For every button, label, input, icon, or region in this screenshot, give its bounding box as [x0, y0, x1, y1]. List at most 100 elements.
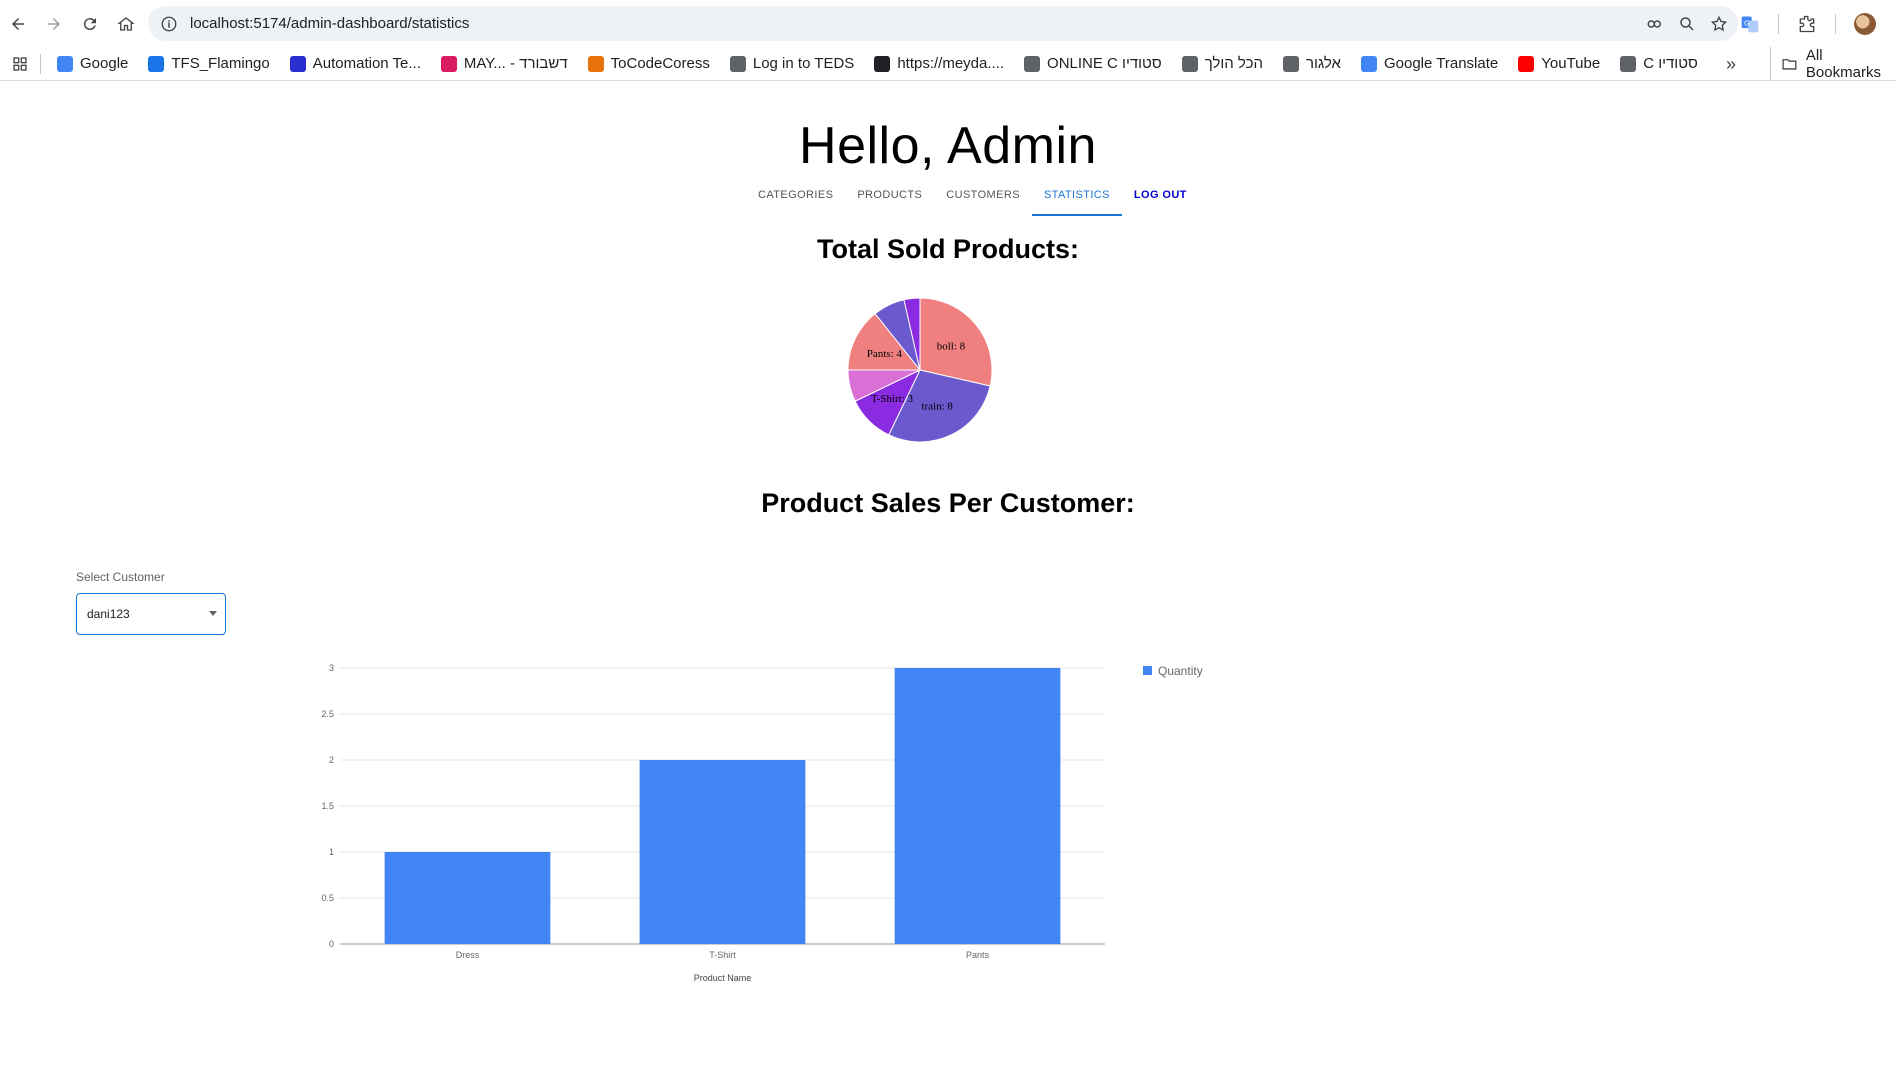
bookmark-label: Google Translate [1383, 55, 1499, 72]
x-axis-title: Product Name [694, 973, 752, 983]
x-tick-label: Pants [966, 950, 990, 960]
bookmark-item[interactable]: Log in to TEDS [720, 50, 864, 78]
bookmark-label: הכל הולך [1204, 55, 1263, 72]
customer-select[interactable]: dani123 [76, 593, 226, 635]
bookmark-item[interactable]: TFS_Flamingo [138, 50, 279, 78]
x-tick-label: T-Shirt [709, 950, 736, 960]
product-sales-bar-chart: 0 0.5 1 1.5 2 2.5 3 Dress T-Shirt Pants Product Na… [300, 648, 1240, 1060]
toolbar-divider [1835, 13, 1836, 34]
y-tick-label: 3 [329, 663, 334, 673]
bookmark-label: https://meyda.... [897, 55, 1005, 72]
per-customer-heading: Product Sales Per Customer: [761, 488, 1135, 518]
bookmark-item[interactable]: Google [47, 50, 138, 78]
url-text[interactable]: localhost:5174/admin-dashboard/statistic… [190, 15, 469, 32]
toolbar-divider [1778, 13, 1779, 34]
back-button[interactable] [0, 6, 36, 42]
bookmark-item[interactable]: Google Translate [1351, 50, 1508, 78]
bookmark-item[interactable]: ToCodeCoress [578, 50, 720, 78]
tab-statistics[interactable]: STATISTICS [1031, 174, 1122, 216]
customer-select-value: dani123 [87, 607, 130, 621]
bookmark-favicon-icon [440, 55, 457, 72]
bookmark-favicon-icon [1024, 55, 1041, 72]
bookmark-label: ToCodeCoress [610, 55, 710, 72]
forward-arrow-icon [48, 17, 60, 30]
bookmark-item[interactable]: MAY... - דשבורד [431, 50, 578, 78]
logout-button[interactable]: LOG OUT [1122, 174, 1199, 216]
reload-icon [83, 17, 96, 30]
y-tick-label: 2 [329, 755, 334, 765]
apps-grid-icon [13, 56, 27, 71]
page-content: Hello, Admin CATEGORIES PRODUCTS CUSTOME… [0, 82, 1896, 1041]
tab-categories[interactable]: CATEGORIES [746, 174, 845, 216]
back-arrow-icon [12, 17, 24, 30]
extensions-puzzle-icon[interactable] [1797, 14, 1817, 34]
dropdown-caret-icon [209, 611, 217, 616]
pie-slice-label: boll: 8 [937, 340, 966, 352]
total-sold-heading: Total Sold Products: [817, 234, 1079, 264]
y-tick-label: 1 [329, 847, 334, 857]
site-info-icon[interactable] [160, 15, 178, 33]
bookmark-favicon-icon [1282, 55, 1299, 72]
bookmark-label: Automation Te... [312, 55, 421, 72]
pie-chart-svg: boll: 8 train: 8 T-Shirt: 3 Pants: 4 [847, 297, 993, 443]
bookmark-item[interactable]: Automation Te... [280, 50, 431, 78]
bookmark-favicon-icon [729, 55, 746, 72]
svg-text:G: G [1744, 18, 1750, 27]
bookmark-label: אלגור [1305, 55, 1341, 72]
legend-label: Quantity [1158, 664, 1203, 678]
bookmark-favicon-icon [1620, 55, 1637, 72]
bookmark-item[interactable]: הכל הולך [1172, 50, 1273, 78]
bookmark-item[interactable]: C סטודיו [1610, 50, 1708, 78]
total-sold-pie-chart: boll: 8 train: 8 T-Shirt: 3 Pants: 4 [840, 290, 1000, 450]
tab-customers[interactable]: CUSTOMERS [934, 174, 1032, 216]
pie-slice-label: train: 8 [921, 401, 953, 413]
home-icon [117, 16, 135, 31]
y-tick-label: 0.5 [321, 893, 334, 903]
profile-avatar[interactable] [1854, 12, 1876, 35]
bookmark-label: YouTube [1541, 55, 1601, 72]
address-bar[interactable]: localhost:5174/admin-dashboard/statistic… [148, 6, 1738, 41]
legend-swatch [1143, 666, 1152, 675]
bookmark-favicon-icon [1360, 55, 1377, 72]
bookmark-label: TFS_Flamingo [171, 55, 270, 72]
bar [639, 760, 806, 944]
apps-button[interactable] [0, 56, 40, 72]
bookmark-favicon-icon [148, 55, 165, 72]
bookmark-favicon-icon [874, 55, 891, 72]
translate-extension-icon[interactable]: G [1740, 14, 1760, 34]
all-bookmarks-label: All Bookmarks [1805, 47, 1881, 81]
bookmark-label: Google [80, 55, 129, 72]
bookmark-item[interactable]: YouTube [1508, 50, 1610, 78]
reload-button[interactable] [72, 6, 108, 42]
tab-products[interactable]: PRODUCTS [845, 174, 934, 216]
admin-nav-tabs: CATEGORIES PRODUCTS CUSTOMERS STATISTICS… [746, 174, 1199, 216]
all-bookmarks-button[interactable]: All Bookmarks [1770, 47, 1896, 81]
y-tick-label: 1.5 [321, 801, 334, 811]
bookmark-item[interactable]: ONLINE C סטודיו [1014, 50, 1172, 78]
bookmark-item[interactable]: אלגור [1273, 50, 1351, 78]
bar-chart-svg: 0 0.5 1 1.5 2 2.5 3 Dress T-Shirt Pants Product Na… [321, 663, 1203, 983]
bookmarks-bar: Google TFS_Flamingo Automation Te... MAY...… [0, 47, 1896, 81]
browser-toolbar: localhost:5174/admin-dashboard/statistic… [0, 0, 1896, 47]
bookmark-favicon-icon [57, 55, 73, 72]
bookmark-favicon-icon [289, 55, 306, 72]
pie-slice-label: T-Shirt: 3 [871, 393, 914, 405]
bookmark-favicon-icon [1181, 55, 1198, 72]
more-bookmarks-chevron-icon[interactable]: » [1726, 47, 1736, 81]
bookmark-list: Google TFS_Flamingo Automation Te... MAY...… [47, 50, 1708, 78]
bookmark-label: C סטודיו [1643, 55, 1698, 72]
bookmark-star-icon[interactable] [1710, 15, 1728, 33]
forward-button[interactable] [36, 6, 72, 42]
password-key-icon[interactable] [1646, 15, 1664, 33]
bookmark-label: Log in to TEDS [752, 55, 855, 72]
bookmarks-divider [40, 53, 41, 74]
zoom-icon[interactable] [1678, 15, 1696, 33]
home-button[interactable] [108, 6, 144, 42]
x-tick-label: Dress [456, 950, 480, 960]
y-tick-label: 0 [329, 939, 334, 949]
bookmark-label: ONLINE C סטודיו [1047, 55, 1162, 72]
bookmark-item[interactable]: https://meyda.... [864, 50, 1014, 78]
page-title: Hello, Admin [799, 117, 1097, 175]
y-tick-label: 2.5 [321, 709, 334, 719]
select-customer-label: Select Customer [76, 570, 165, 584]
